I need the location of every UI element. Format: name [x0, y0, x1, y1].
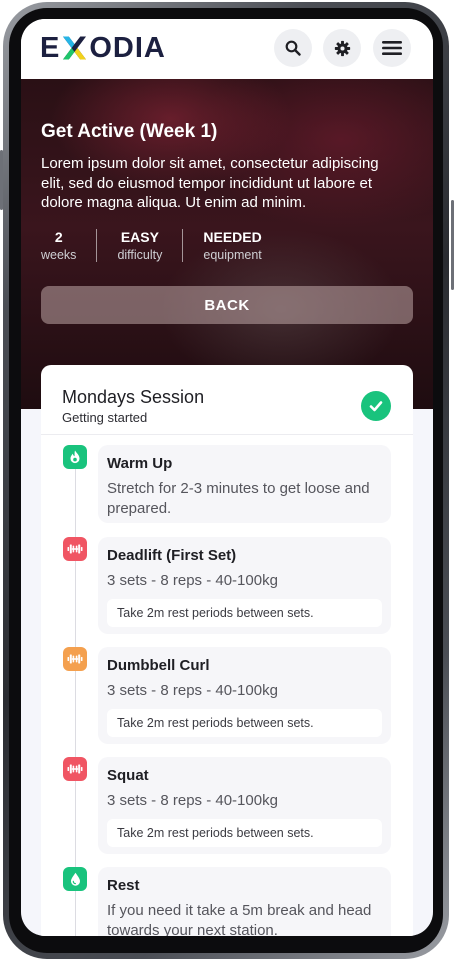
logo-text-right: ODIA [89, 31, 166, 64]
stat-value: EASY [120, 229, 159, 245]
step-card-rest[interactable]: Rest If you need it take a 5m break and … [98, 867, 391, 936]
step-note: Take 2m rest periods between sets. [107, 709, 382, 737]
dumbbell-icon [67, 544, 83, 554]
step-icon-warm-up [63, 445, 87, 469]
stat-equipment: NEEDED equipment [203, 229, 261, 262]
search-icon [285, 40, 301, 56]
step-title: Squat [107, 767, 149, 784]
step-icon-dumbbell-curl [63, 647, 87, 671]
step-card-deadlift[interactable]: Deadlift (First Set) 3 sets - 8 reps - 4… [98, 537, 391, 634]
program-hero: Get Active (Week 1) Lorem ipsum dolor si… [21, 79, 433, 409]
settings-button[interactable] [323, 29, 361, 67]
stat-divider [182, 229, 184, 262]
step-title: Rest [107, 877, 140, 894]
stat-value: 2 [54, 229, 63, 245]
session-card: Mondays Session Getting started Warm Up … [41, 365, 413, 936]
menu-button[interactable] [373, 29, 411, 67]
program-stats: 2 weeks EASY difficulty NEEDED equipment [41, 229, 262, 262]
exodia-logo[interactable]: E ODIA [40, 32, 166, 64]
logo-x-mark [63, 36, 87, 60]
step-description: 3 sets - 8 reps - 40-100kg [107, 682, 278, 699]
dumbbell-icon [67, 764, 83, 774]
stat-label: difficulty [117, 248, 163, 262]
logo-text-left: E [40, 31, 61, 64]
session-title: Mondays Session [62, 387, 205, 407]
stat-weeks: 2 weeks [41, 229, 76, 262]
step-card-dumbbell-curl[interactable]: Dumbbell Curl 3 sets - 8 reps - 40-100kg… [98, 647, 391, 744]
session-complete-badge[interactable] [361, 391, 391, 421]
stat-label: equipment [203, 248, 262, 262]
step-icon-deadlift [63, 537, 87, 561]
step-title: Deadlift (First Set) [107, 547, 237, 564]
water-drop-icon [70, 872, 80, 886]
step-note: Take 2m rest periods between sets. [107, 599, 382, 627]
checkmark-icon [369, 401, 383, 412]
flame-icon [70, 450, 80, 464]
step-icon-squat [63, 757, 87, 781]
device-side-button [0, 150, 3, 210]
step-description: 3 sets - 8 reps - 40-100kg [107, 572, 278, 589]
step-icon-rest [63, 867, 87, 891]
step-card-warm-up[interactable]: Warm Up Stretch for 2-3 minutes to get l… [98, 445, 391, 523]
stat-divider [96, 229, 98, 262]
program-title: Get Active (Week 1) [41, 121, 218, 142]
session-subtitle: Getting started [62, 410, 148, 425]
back-button[interactable]: BACK [41, 286, 413, 324]
stat-value: NEEDED [203, 229, 262, 245]
gear-icon [334, 40, 350, 56]
step-card-squat[interactable]: Squat 3 sets - 8 reps - 40-100kg Take 2m… [98, 757, 391, 854]
step-note: Take 2m rest periods between sets. [107, 819, 382, 847]
step-title: Warm Up [107, 455, 173, 472]
program-description: Lorem ipsum dolor sit amet, consectetur … [41, 155, 379, 211]
hamburger-menu-icon [382, 41, 402, 55]
stat-label: weeks [41, 248, 77, 262]
card-divider [41, 434, 413, 435]
top-bar: E ODIA [21, 19, 433, 79]
search-button[interactable] [274, 29, 312, 67]
step-title: Dumbbell Curl [107, 657, 210, 674]
app-screen: E ODIA Get Active (Week 1) Lorem ipsum d… [21, 19, 433, 936]
step-description: 3 sets - 8 reps - 40-100kg [107, 792, 278, 809]
step-description: If you need it take a 5m break and head … [107, 902, 372, 936]
step-description: Stretch for 2-3 minutes to get loose and… [107, 480, 370, 517]
stat-difficulty: EASY difficulty [117, 229, 162, 262]
dumbbell-icon [67, 654, 83, 664]
session-timeline [75, 455, 76, 936]
